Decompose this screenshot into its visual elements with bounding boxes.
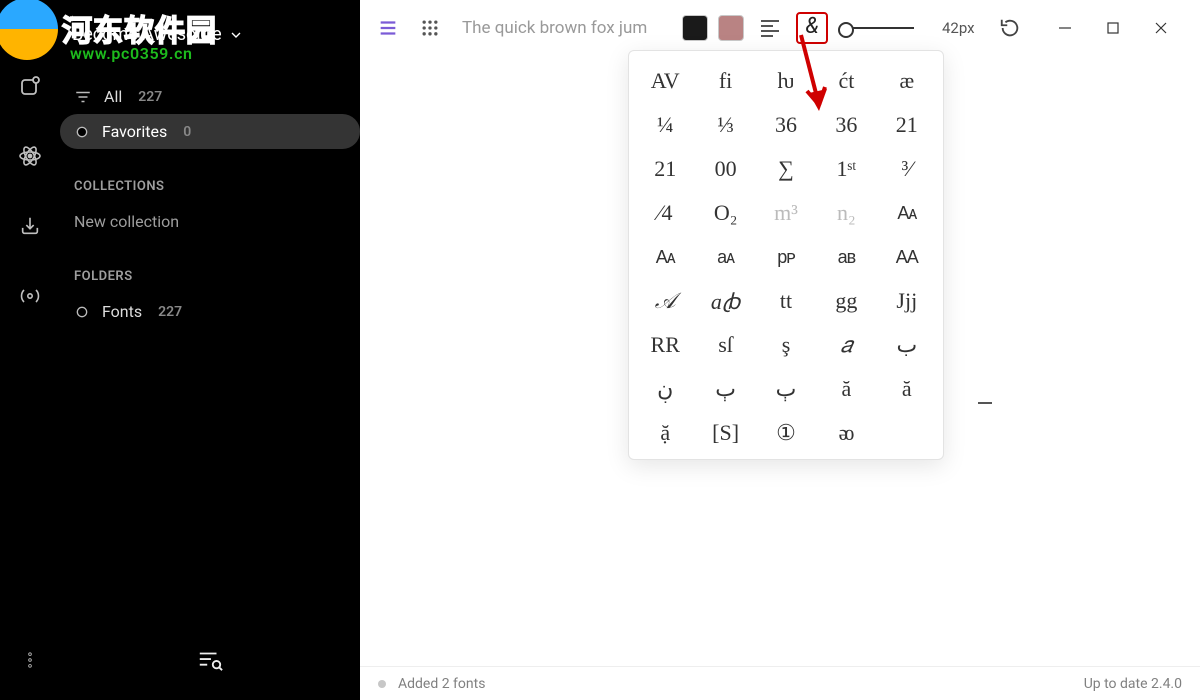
glyph-cell[interactable]: ∑ xyxy=(756,147,816,191)
glyph-cell[interactable]: ⅓ xyxy=(695,103,755,147)
window-controls xyxy=(1056,19,1188,37)
glyph-cell[interactable]: tt xyxy=(756,279,816,323)
glyph-cell[interactable]: ³⁄ xyxy=(877,147,937,191)
glyph-cell[interactable]: ş xyxy=(756,323,816,367)
text-align-button[interactable] xyxy=(754,12,786,44)
glyph-cell[interactable]: sſ xyxy=(695,323,755,367)
glyph-cell[interactable]: RR xyxy=(635,323,695,367)
grid-icon xyxy=(420,18,440,38)
glyph-cell[interactable]: 𝒜 xyxy=(635,279,695,323)
glyph-cell[interactable]: ① xyxy=(756,411,816,455)
circle-icon xyxy=(74,304,90,320)
size-label: 42px xyxy=(942,19,984,37)
icon-rail xyxy=(0,0,60,700)
sidebar-item-favorites[interactable]: Favorites 0 xyxy=(60,114,360,149)
new-collection-label: New collection xyxy=(74,212,179,231)
glyph-cell[interactable]: ٻ xyxy=(695,367,755,411)
folder-item-fonts[interactable]: Fonts 227 xyxy=(60,294,360,329)
window-maximize[interactable] xyxy=(1104,19,1122,37)
glyph-cell[interactable]: 1ˢᵗ xyxy=(816,147,876,191)
glyph-cell[interactable]: ᴔ xyxy=(816,411,876,455)
sidebar-item-count: 0 xyxy=(183,124,191,140)
glyph-cell[interactable]: 21 xyxy=(877,103,937,147)
hamburger-icon xyxy=(377,17,399,39)
circle-icon xyxy=(74,124,90,140)
folder-item-label: Fonts xyxy=(102,302,142,321)
glyph-cell[interactable]: ƕ xyxy=(756,59,816,103)
glyph-cell[interactable]: 𝑎 xyxy=(816,323,876,367)
glyph-cell[interactable]: ٻ xyxy=(756,367,816,411)
glyph-cell[interactable]: ڹ xyxy=(635,367,695,411)
sample-text-input[interactable]: The quick brown fox jum xyxy=(462,18,647,38)
glyph-cell[interactable]: gg xyxy=(816,279,876,323)
window-minimize[interactable] xyxy=(1056,19,1074,37)
filter-search-button[interactable] xyxy=(194,644,226,676)
glyph-cell[interactable]: 36 xyxy=(756,103,816,147)
glyph-cell[interactable]: 00 xyxy=(695,147,755,191)
rail-import-icon[interactable] xyxy=(14,210,46,242)
text-caret xyxy=(978,402,992,404)
size-slider[interactable] xyxy=(844,27,914,29)
glyph-cell[interactable]: Jjj xyxy=(877,279,937,323)
glyph-cell[interactable]: ب xyxy=(877,323,937,367)
glyph-cell[interactable]: [S] xyxy=(695,411,755,455)
glyph-cell[interactable]: ặ xyxy=(635,411,695,455)
rail-broadcast-icon[interactable] xyxy=(14,280,46,312)
brand-title: Become Awesome xyxy=(72,24,222,45)
glyph-cell[interactable]: aʙ xyxy=(816,235,876,279)
sidebar-item-all[interactable]: All 227 xyxy=(60,79,360,114)
toolbar: The quick brown fox jum & 42px xyxy=(360,0,1200,56)
glyph-cell[interactable]: n₂ xyxy=(816,191,876,235)
new-collection-button[interactable]: New collection xyxy=(60,204,360,239)
rail-library-icon[interactable] xyxy=(14,70,46,102)
status-bar: Added 2 fonts Up to date 2.4.0 xyxy=(360,666,1200,700)
glyph-cell[interactable]: m³ xyxy=(756,191,816,235)
glyph-cell[interactable]: 36 xyxy=(816,103,876,147)
undo-icon xyxy=(999,17,1021,39)
glyphs-panel: AVfiƕćtæ¼⅓3636212100∑1ˢᵗ³⁄⁄4O₂m³n₂AᴀAᴀaᴀ… xyxy=(628,50,944,460)
glyph-cell[interactable]: ă xyxy=(877,367,937,411)
glyph-cell[interactable]: aꞗ xyxy=(695,279,755,323)
glyph-cell[interactable]: ¼ xyxy=(635,103,695,147)
glyph-cell[interactable]: pᴘ xyxy=(756,235,816,279)
glyph-cell[interactable]: fi xyxy=(695,59,755,103)
version-label: Up to date 2.4.0 xyxy=(1084,676,1182,692)
rail-atom-icon[interactable] xyxy=(14,140,46,172)
folder-item-count: 227 xyxy=(158,304,182,320)
reset-button[interactable] xyxy=(994,12,1026,44)
glyph-cell[interactable]: AV xyxy=(635,59,695,103)
glyph-cell[interactable]: ⁄4 xyxy=(635,191,695,235)
sidebar-item-label: All xyxy=(104,87,122,106)
rail-more-icon[interactable] xyxy=(14,644,46,676)
status-message: Added 2 fonts xyxy=(398,676,485,692)
glyph-cell[interactable]: 21 xyxy=(635,147,695,191)
collections-heading: COLLECTIONS xyxy=(60,179,360,204)
glyph-cell[interactable]: Aᴀ xyxy=(877,191,937,235)
filter-lines-icon xyxy=(74,88,92,106)
status-dot xyxy=(378,680,386,688)
glyph-cell[interactable]: ćt xyxy=(816,59,876,103)
folders-heading: FOLDERS xyxy=(60,269,360,294)
foreground-color-swatch[interactable] xyxy=(682,15,708,41)
glyphs-button[interactable]: & xyxy=(796,12,828,44)
sidebar-item-count: 227 xyxy=(138,89,162,105)
ampersand-icon: & xyxy=(805,14,818,39)
sidebar: Become Awesome All 227 Favorites 0 COLLE… xyxy=(60,0,360,700)
glyph-cell[interactable]: æ xyxy=(877,59,937,103)
glyph-cell[interactable]: Aᴀ xyxy=(635,235,695,279)
align-left-icon xyxy=(761,20,779,37)
window-close[interactable] xyxy=(1152,19,1170,37)
chevron-down-icon xyxy=(228,27,244,43)
grid-view-button[interactable] xyxy=(414,12,446,44)
background-color-swatch[interactable] xyxy=(718,15,744,41)
sidebar-item-label: Favorites xyxy=(102,122,167,141)
brand-dropdown[interactable]: Become Awesome xyxy=(60,16,360,45)
glyph-cell[interactable]: ă xyxy=(816,367,876,411)
glyph-cell[interactable]: aᴀ xyxy=(695,235,755,279)
menu-button[interactable] xyxy=(372,12,404,44)
glyph-cell[interactable]: O₂ xyxy=(695,191,755,235)
glyph-cell[interactable]: AA xyxy=(877,235,937,279)
slider-track[interactable] xyxy=(844,27,914,29)
